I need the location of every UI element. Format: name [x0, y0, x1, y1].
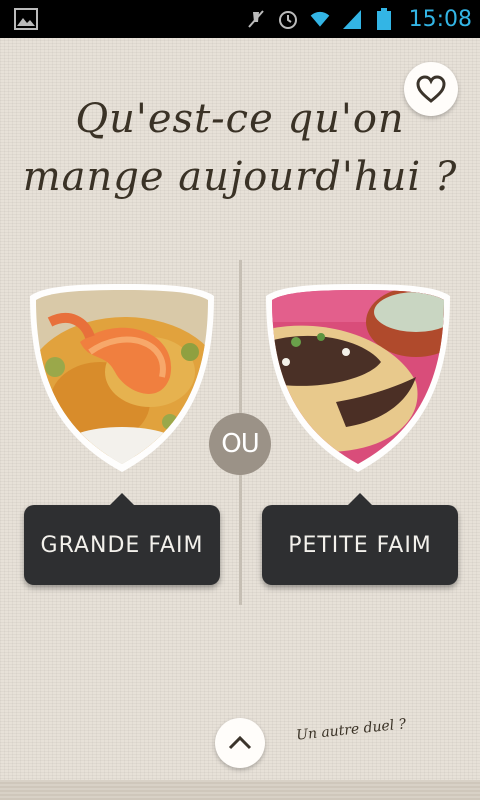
wifi-icon — [309, 8, 331, 30]
chevron-up-icon — [228, 735, 252, 750]
signal-icon — [341, 8, 363, 30]
scroll-up-button[interactable] — [215, 718, 265, 768]
gallery-notification-icon — [14, 8, 38, 30]
food-image-right[interactable] — [266, 282, 450, 472]
or-separator: OU — [209, 413, 271, 475]
grande-faim-label: GRANDE FAIM — [40, 532, 204, 558]
battery-icon — [373, 8, 395, 30]
status-bar: 15:08 — [0, 0, 480, 38]
page-title: Qu'est-ce qu'on mange aujourd'hui ? — [22, 96, 458, 200]
petite-faim-button[interactable]: PETITE FAIM — [262, 493, 458, 585]
petite-faim-label: PETITE FAIM — [288, 532, 432, 558]
clock: 15:08 — [408, 6, 472, 32]
food-image-left[interactable] — [30, 282, 214, 472]
alarm-icon — [277, 8, 299, 30]
page-bottom-edge — [0, 780, 480, 800]
mute-icon — [245, 8, 267, 30]
other-duel-link[interactable]: Un autre duel ? — [295, 716, 406, 743]
grande-faim-button[interactable]: GRANDE FAIM — [24, 493, 220, 585]
